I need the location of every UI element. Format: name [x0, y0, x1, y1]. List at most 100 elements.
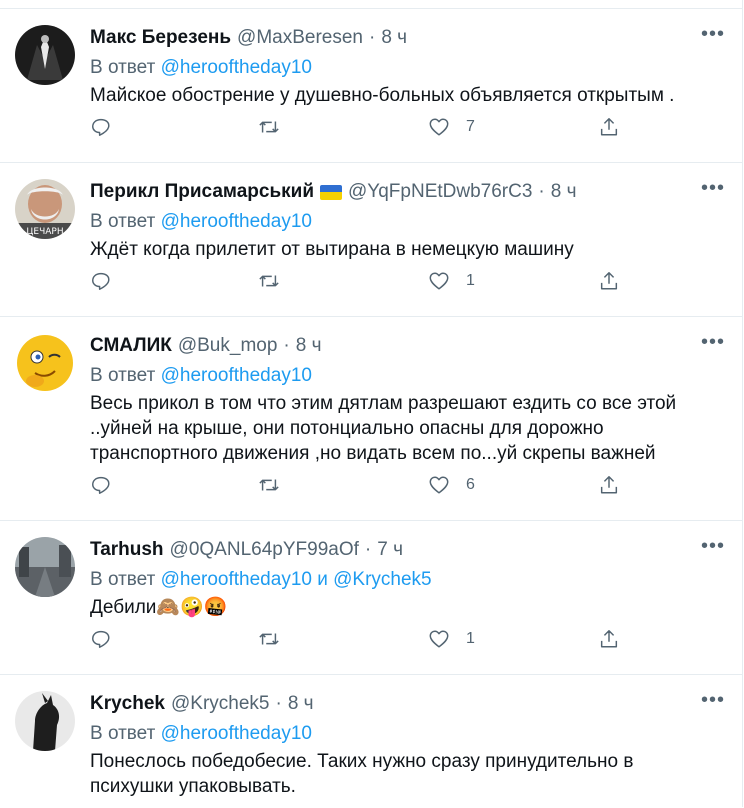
avatar[interactable] [15, 537, 75, 597]
more-icon[interactable]: ••• [701, 331, 725, 354]
retweet-button[interactable] [258, 628, 280, 650]
mention-link[interactable]: @herooftheday10 [161, 723, 312, 744]
mention-link[interactable]: @herooftheday10 [161, 211, 312, 232]
tweet-text: Майское обострение у душевно-больных объ… [90, 85, 675, 106]
reply-button[interactable] [90, 116, 112, 138]
tweet-text: Весь прикол в том что этим дятлам разреш… [90, 393, 677, 464]
share-button[interactable] [598, 116, 620, 138]
more-icon[interactable]: ••• [701, 689, 725, 712]
like-button[interactable]: 6 [428, 474, 475, 496]
mention-link[interactable]: @Krychek5 [333, 569, 432, 590]
divider [0, 0, 742, 9]
heart-icon [429, 118, 449, 136]
user-name[interactable]: Макс Березень [90, 27, 231, 49]
reply-context: В ответ @herooftheday10 [90, 364, 727, 388]
share-icon [600, 272, 618, 290]
reply-prefix: В ответ [90, 57, 156, 78]
heart-icon [429, 630, 449, 648]
reply-button[interactable] [90, 270, 112, 292]
timestamp[interactable]: 7 ч [377, 539, 403, 561]
like-button[interactable]: 7 [428, 116, 475, 138]
reply-context: В ответ @herooftheday10 [90, 722, 727, 746]
retweet-button[interactable] [258, 270, 280, 292]
retweet-icon [259, 479, 279, 491]
like-count: 6 [466, 476, 475, 493]
tweet-text: Ждёт когда прилетит от вытирана в немецк… [90, 239, 574, 260]
like-count: 7 [466, 118, 475, 135]
more-icon[interactable]: ••• [701, 23, 725, 46]
retweet-icon [259, 121, 279, 133]
reply-prefix: В ответ [90, 211, 156, 232]
reply-icon [92, 272, 110, 290]
mention-link[interactable]: @herooftheday10 [161, 569, 312, 590]
timestamp[interactable]: 8 ч [551, 181, 577, 203]
share-button[interactable] [598, 270, 620, 292]
user-name[interactable]: Krychek [90, 693, 165, 715]
tweet-feed: Макс Березень @MaxBeresen · 8 ч ••• В от… [0, 0, 743, 807]
reply-prefix: В ответ [90, 723, 156, 744]
share-button[interactable] [598, 474, 620, 496]
tweet-card[interactable]: СМАЛИК @Buk_mop · 8 ч ••• В ответ @heroo… [0, 317, 742, 521]
user-handle[interactable]: @YqFpNEtDwb76rC3 [348, 181, 532, 203]
reply-conjunction: и [317, 569, 328, 590]
tweet-text: Дебили🙈🤪🤬 [90, 597, 228, 618]
action-bar: 6 [90, 474, 630, 504]
avatar[interactable] [15, 333, 75, 393]
reply-prefix: В ответ [90, 569, 156, 590]
mention-link[interactable]: @herooftheday10 [161, 57, 312, 78]
tweet-card[interactable]: ЦЕЧАРН Перикл Присамарський @YqFpNEtDwb7… [0, 163, 742, 317]
ukraine-flag-icon [320, 184, 343, 200]
action-bar: 1 [90, 270, 630, 300]
share-icon [600, 630, 618, 648]
share-icon [600, 118, 618, 136]
reply-prefix: В ответ [90, 365, 156, 386]
more-icon[interactable]: ••• [701, 535, 725, 558]
heart-icon [429, 272, 449, 290]
tweet-card[interactable]: Макс Березень @MaxBeresen · 8 ч ••• В от… [0, 9, 742, 163]
timestamp[interactable]: 8 ч [381, 27, 407, 49]
timestamp[interactable]: 8 ч [296, 335, 322, 357]
like-button[interactable]: 1 [428, 270, 475, 292]
separator-dot: · [283, 335, 290, 356]
svg-text:ЦЕЧАРН: ЦЕЧАРН [26, 227, 63, 237]
more-icon[interactable]: ••• [701, 177, 725, 200]
action-bar: 1 [90, 628, 630, 658]
user-handle[interactable]: @Krychek5 [171, 693, 270, 715]
user-handle[interactable]: @Buk_mop [178, 335, 278, 357]
separator-dot: · [369, 27, 376, 48]
reply-context: В ответ @herooftheday10 [90, 56, 727, 80]
tweet-card[interactable]: Krychek @Krychek5 · 8 ч ••• В ответ @her… [0, 675, 742, 808]
user-name[interactable]: Перикл Присамарський [90, 181, 314, 203]
avatar[interactable] [15, 25, 75, 85]
avatar[interactable] [15, 691, 75, 751]
like-count: 1 [466, 630, 475, 647]
like-count: 1 [466, 272, 475, 289]
action-bar: 7 [90, 116, 630, 146]
mention-link[interactable]: @herooftheday10 [161, 365, 312, 386]
separator-dot: · [538, 181, 545, 202]
reply-icon [92, 630, 110, 648]
user-name[interactable]: СМАЛИК [90, 335, 172, 357]
reply-button[interactable] [90, 474, 112, 496]
heart-icon [429, 476, 449, 494]
separator-dot: · [364, 539, 372, 560]
timestamp[interactable]: 8 ч [288, 693, 314, 715]
retweet-button[interactable] [258, 474, 280, 496]
reply-context: В ответ @herooftheday10 [90, 210, 727, 234]
user-name[interactable]: Tarhush [90, 539, 164, 561]
separator-dot: · [275, 693, 282, 714]
reply-button[interactable] [90, 628, 112, 650]
retweet-button[interactable] [258, 116, 280, 138]
avatar[interactable]: ЦЕЧАРН [15, 179, 75, 239]
reply-icon [92, 476, 110, 494]
share-icon [600, 476, 618, 494]
share-button[interactable] [598, 628, 620, 650]
reply-context: В ответ @herooftheday10 и @Krychek5 [90, 568, 727, 592]
tweet-text: Понеслось победобесие. Таких нужно сразу… [90, 751, 634, 797]
like-button[interactable]: 1 [428, 628, 475, 650]
user-handle[interactable]: @MaxBeresen [237, 27, 363, 49]
retweet-icon [259, 275, 279, 287]
retweet-icon [259, 633, 279, 645]
tweet-card[interactable]: Tarhush @0QANL64pYF99aOf · 7 ч ••• В отв… [0, 521, 742, 675]
user-handle[interactable]: @0QANL64pYF99aOf [170, 539, 359, 561]
